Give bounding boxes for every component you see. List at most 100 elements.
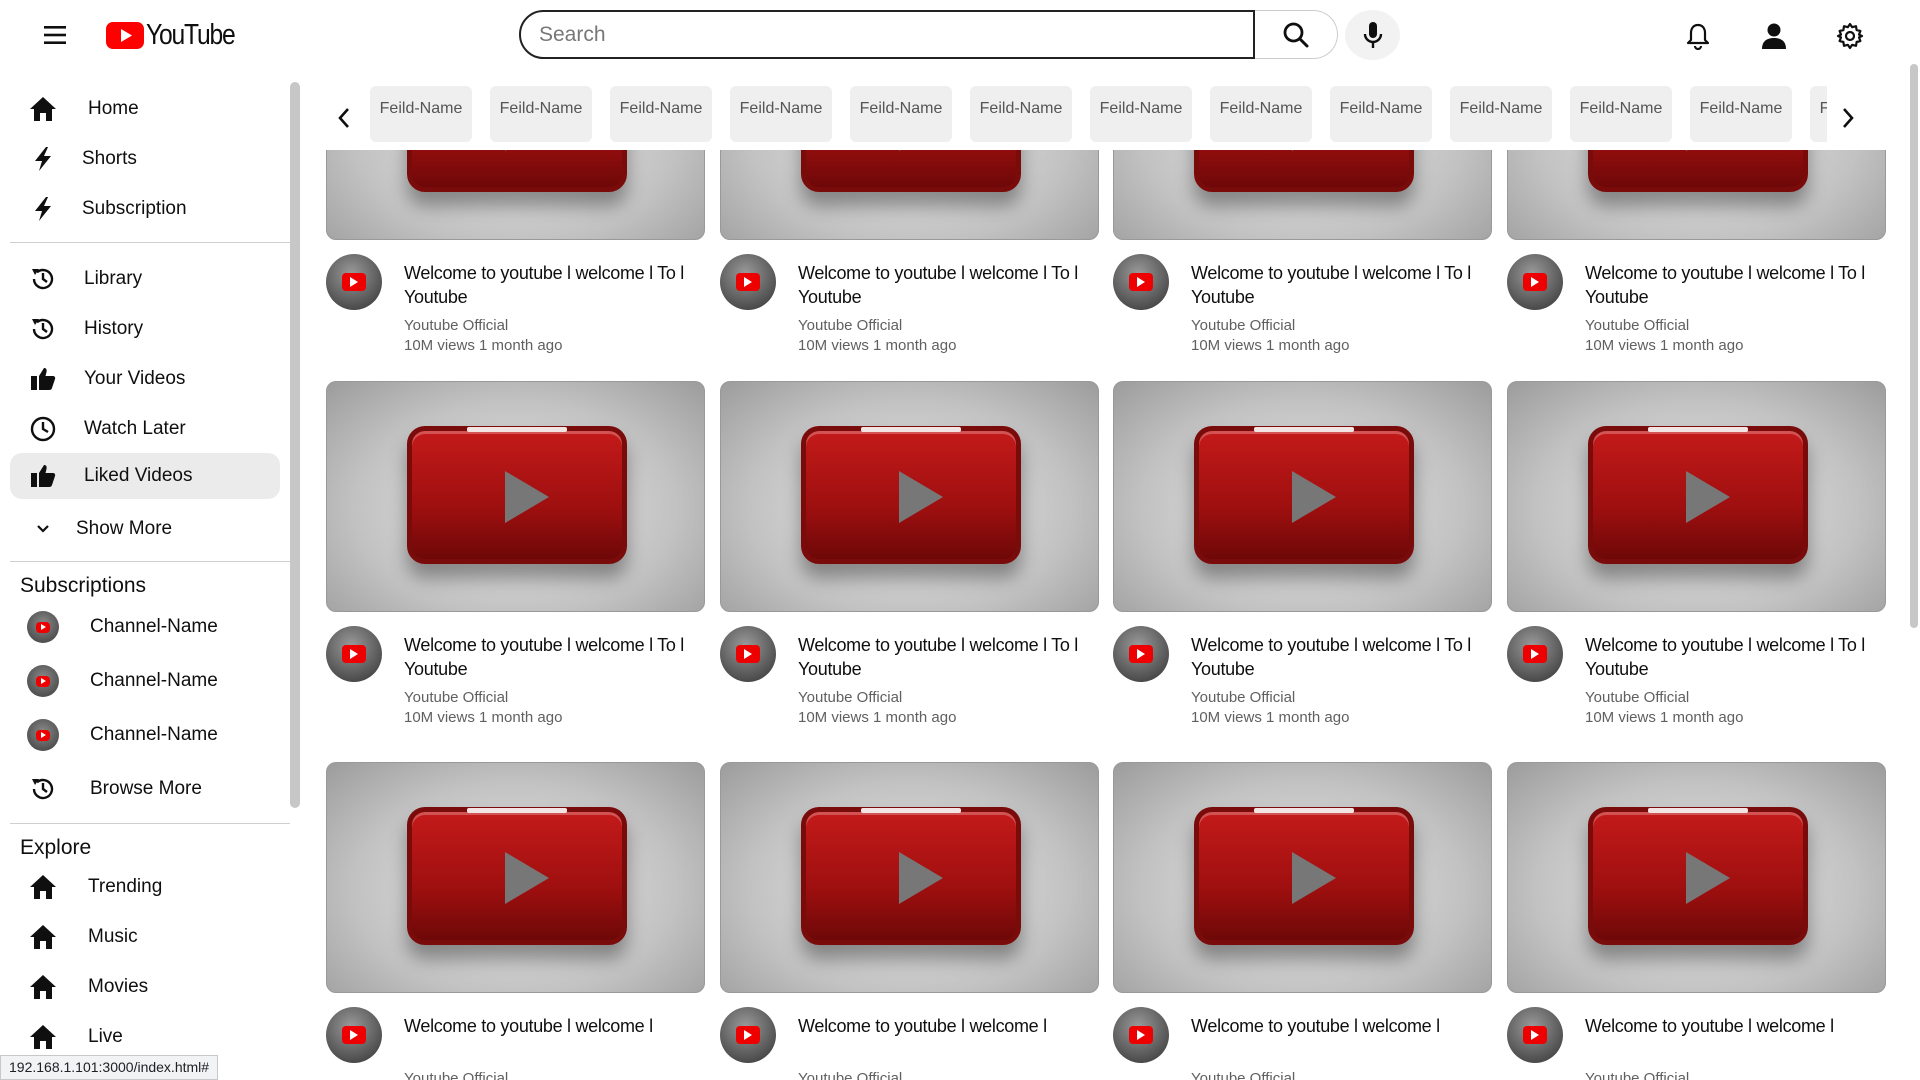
video-title[interactable]: Welcome to youtube l welcome l To l Yout… bbox=[798, 261, 1088, 309]
sidebar-scrollbar[interactable] bbox=[290, 82, 300, 808]
chip-category[interactable]: Feild-Name bbox=[490, 86, 592, 142]
chip-category[interactable]: Feild-Name bbox=[1570, 86, 1672, 142]
video-card[interactable]: Welcome to youtube l welcome l Youtube Of… bbox=[326, 762, 705, 1080]
sidebar-item-library[interactable]: Library bbox=[10, 256, 280, 302]
video-card[interactable]: Welcome to youtube l welcome l Youtube Of… bbox=[720, 762, 1099, 1080]
video-thumbnail[interactable] bbox=[720, 381, 1099, 612]
sidebar-item-watch-later[interactable]: Watch Later bbox=[10, 406, 280, 452]
sidebar-item-browse-more[interactable]: Browse More bbox=[10, 766, 280, 812]
search-button[interactable] bbox=[1255, 10, 1338, 59]
video-thumbnail[interactable] bbox=[1507, 762, 1886, 993]
channel-avatar[interactable] bbox=[720, 254, 776, 310]
video-title[interactable]: Welcome to youtube l welcome l To l Yout… bbox=[1585, 633, 1875, 681]
hamburger-menu-icon[interactable] bbox=[40, 20, 70, 50]
chip-category[interactable]: Feild-Name bbox=[1330, 86, 1432, 142]
video-channel-name[interactable]: Youtube Official bbox=[404, 689, 508, 706]
video-channel-name[interactable]: Youtube Official bbox=[1585, 689, 1689, 706]
chip-category[interactable]: Feild-Name bbox=[730, 86, 832, 142]
video-channel-name[interactable]: Youtube Official bbox=[798, 1070, 902, 1080]
video-channel-name[interactable]: Youtube Official bbox=[404, 1070, 508, 1080]
chip-category[interactable]: Feild-Name bbox=[1090, 86, 1192, 142]
voice-search-button[interactable] bbox=[1345, 10, 1400, 60]
video-thumbnail[interactable] bbox=[1113, 150, 1492, 240]
chip-category[interactable]: Feild-Name bbox=[1810, 86, 1827, 142]
sidebar-item-liked-videos[interactable]: Liked Videos bbox=[10, 453, 280, 499]
video-card[interactable]: Welcome to youtube l welcome l To l Yout… bbox=[326, 381, 705, 741]
chips-scroll-left-button[interactable] bbox=[324, 98, 364, 138]
video-thumbnail[interactable] bbox=[720, 762, 1099, 993]
sidebar-item-movies[interactable]: Movies bbox=[10, 964, 280, 1010]
video-title[interactable]: Welcome to youtube l welcome l To l Yout… bbox=[798, 633, 1088, 681]
chip-category[interactable]: Feild-Name bbox=[370, 86, 472, 142]
sidebar-item-subscription[interactable]: Subscription bbox=[10, 186, 280, 232]
sidebar-item-channel[interactable]: Channel-Name bbox=[10, 658, 280, 704]
channel-avatar[interactable] bbox=[326, 626, 382, 682]
video-title[interactable]: Welcome to youtube l welcome l To l Yout… bbox=[404, 633, 694, 681]
channel-avatar[interactable] bbox=[1113, 254, 1169, 310]
page-scrollbar[interactable] bbox=[1910, 64, 1918, 628]
video-title[interactable]: Welcome to youtube l welcome l To l Yout… bbox=[404, 261, 694, 309]
video-title[interactable]: Welcome to youtube l welcome l bbox=[1191, 1014, 1481, 1038]
video-card[interactable]: Welcome to youtube l welcome l Youtube Of… bbox=[1113, 762, 1492, 1080]
search-input[interactable] bbox=[519, 10, 1255, 59]
chip-category[interactable]: Feild-Name bbox=[1690, 86, 1792, 142]
chip-category[interactable]: Feild-Name bbox=[1210, 86, 1312, 142]
video-channel-name[interactable]: Youtube Official bbox=[1585, 1070, 1689, 1080]
video-title[interactable]: Welcome to youtube l welcome l bbox=[798, 1014, 1088, 1038]
sidebar-item-your-videos[interactable]: Your Videos bbox=[10, 356, 280, 402]
video-thumbnail[interactable] bbox=[1507, 150, 1886, 240]
video-thumbnail[interactable] bbox=[326, 381, 705, 612]
video-card[interactable]: Welcome to youtube l welcome l To l Yout… bbox=[1113, 381, 1492, 741]
video-thumbnail[interactable] bbox=[326, 150, 705, 240]
video-thumbnail[interactable] bbox=[720, 150, 1099, 240]
video-channel-name[interactable]: Youtube Official bbox=[1585, 317, 1689, 334]
sidebar-item-home[interactable]: Home bbox=[10, 86, 280, 132]
sidebar-item-live[interactable]: Live bbox=[10, 1014, 280, 1060]
video-title[interactable]: Welcome to youtube l welcome l bbox=[404, 1014, 694, 1038]
video-title[interactable]: Welcome to youtube l welcome l To l Yout… bbox=[1191, 633, 1481, 681]
sidebar-item-channel[interactable]: Channel-Name bbox=[10, 712, 280, 758]
video-title[interactable]: Welcome to youtube l welcome l To l Yout… bbox=[1585, 261, 1875, 309]
video-thumbnail[interactable] bbox=[1113, 381, 1492, 612]
video-thumbnail[interactable] bbox=[1507, 381, 1886, 612]
channel-avatar[interactable] bbox=[1507, 254, 1563, 310]
video-channel-name[interactable]: Youtube Official bbox=[798, 689, 902, 706]
video-card[interactable]: Welcome to youtube l welcome l To l Yout… bbox=[326, 150, 705, 369]
sidebar-item-music[interactable]: Music bbox=[10, 914, 280, 960]
video-card[interactable]: Welcome to youtube l welcome l To l Yout… bbox=[720, 150, 1099, 369]
channel-avatar[interactable] bbox=[720, 626, 776, 682]
video-thumbnail[interactable] bbox=[1113, 762, 1492, 993]
chips-scroll-right-button[interactable] bbox=[1828, 98, 1868, 138]
video-card[interactable]: Welcome to youtube l welcome l To l Yout… bbox=[1507, 381, 1886, 741]
video-channel-name[interactable]: Youtube Official bbox=[1191, 1070, 1295, 1080]
video-channel-name[interactable]: Youtube Official bbox=[1191, 317, 1295, 334]
channel-avatar[interactable] bbox=[326, 1007, 382, 1063]
channel-avatar[interactable] bbox=[1113, 1007, 1169, 1063]
sidebar-item-channel[interactable]: Channel-Name bbox=[10, 604, 280, 650]
chip-category[interactable]: Feild-Name bbox=[610, 86, 712, 142]
video-title[interactable]: Welcome to youtube l welcome l To l Yout… bbox=[1191, 261, 1481, 309]
video-channel-name[interactable]: Youtube Official bbox=[404, 317, 508, 334]
chip-category[interactable]: Feild-Name bbox=[1450, 86, 1552, 142]
channel-avatar[interactable] bbox=[720, 1007, 776, 1063]
video-title[interactable]: Welcome to youtube l welcome l bbox=[1585, 1014, 1875, 1038]
youtube-logo[interactable]: YouTube bbox=[106, 18, 250, 52]
settings-button[interactable] bbox=[1834, 20, 1866, 52]
notifications-button[interactable] bbox=[1682, 20, 1714, 52]
video-channel-name[interactable]: Youtube Official bbox=[1191, 689, 1295, 706]
channel-avatar[interactable] bbox=[1507, 626, 1563, 682]
channel-avatar[interactable] bbox=[1507, 1007, 1563, 1063]
channel-avatar[interactable] bbox=[1113, 626, 1169, 682]
video-channel-name[interactable]: Youtube Official bbox=[798, 317, 902, 334]
channel-avatar[interactable] bbox=[326, 254, 382, 310]
sidebar-item-shorts[interactable]: Shorts bbox=[10, 136, 280, 182]
sidebar-item-trending[interactable]: Trending bbox=[10, 864, 280, 910]
video-card[interactable]: Welcome to youtube l welcome l To l Yout… bbox=[1113, 150, 1492, 369]
chip-category[interactable]: Feild-Name bbox=[970, 86, 1072, 142]
chip-category[interactable]: Feild-Name bbox=[850, 86, 952, 142]
sidebar-item-show-more[interactable]: Show More bbox=[10, 506, 280, 552]
video-card[interactable]: Welcome to youtube l welcome l To l Yout… bbox=[1507, 150, 1886, 369]
video-card[interactable]: Welcome to youtube l welcome l Youtube Of… bbox=[1507, 762, 1886, 1080]
sidebar-item-history[interactable]: History bbox=[10, 306, 280, 352]
account-button[interactable] bbox=[1758, 20, 1790, 52]
